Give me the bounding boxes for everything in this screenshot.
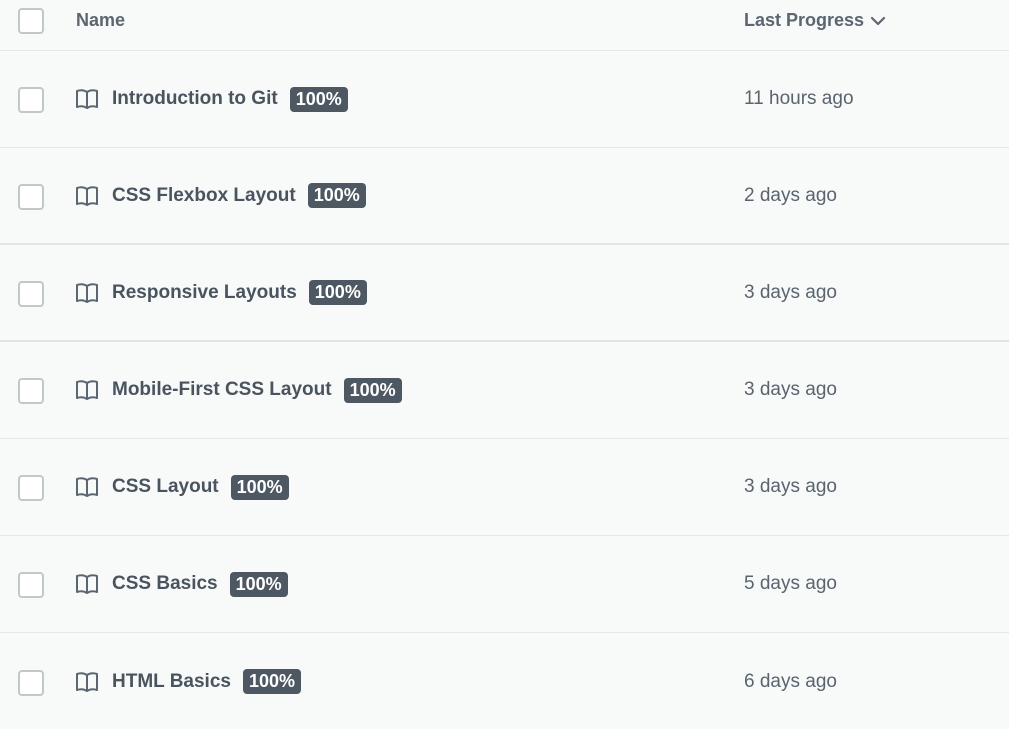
progress-badge: 100% bbox=[343, 377, 402, 403]
course-title-link[interactable]: Introduction to Git bbox=[112, 88, 278, 110]
table-header: Name Last Progress bbox=[0, 0, 1009, 51]
last-progress-date: 6 days ago bbox=[744, 670, 837, 692]
progress-badge: 100% bbox=[229, 571, 288, 597]
book-open-icon bbox=[76, 380, 98, 400]
name-column-header[interactable]: Name bbox=[76, 10, 125, 31]
book-open-icon bbox=[76, 671, 98, 692]
course-title-link[interactable]: Responsive Layouts bbox=[112, 282, 297, 304]
course-title-link[interactable]: CSS Flexbox Layout bbox=[112, 185, 296, 207]
name-cell: Responsive Layouts 100% bbox=[74, 280, 367, 306]
table-row[interactable]: CSS Flexbox Layout 100% 2 days ago bbox=[0, 148, 1009, 245]
row-checkbox[interactable] bbox=[18, 475, 44, 501]
row-checkbox[interactable] bbox=[18, 669, 44, 696]
progress-badge: 100% bbox=[230, 474, 289, 500]
row-checkbox[interactable] bbox=[18, 572, 44, 598]
last-progress-column-label: Last Progress bbox=[744, 10, 865, 30]
progress-badge: 100% bbox=[289, 86, 348, 112]
last-progress-sort-button[interactable]: Last Progress bbox=[744, 10, 886, 31]
last-progress-date: 3 days ago bbox=[744, 476, 837, 497]
table-row[interactable]: Introduction to Git 100% 11 hours ago bbox=[0, 51, 1009, 148]
book-open-icon bbox=[76, 282, 98, 303]
name-cell: Introduction to Git 100% bbox=[74, 86, 348, 112]
last-progress-date: 5 days ago bbox=[744, 573, 837, 594]
select-all-checkbox[interactable] bbox=[18, 8, 44, 34]
name-cell: Mobile-First CSS Layout 100% bbox=[74, 377, 402, 403]
table-row[interactable]: CSS Basics 100% 5 days ago bbox=[0, 536, 1009, 633]
table-row[interactable]: Mobile-First CSS Layout 100% 3 days ago bbox=[0, 342, 1009, 439]
last-progress-date: 3 days ago bbox=[744, 281, 837, 303]
progress-badge: 100% bbox=[242, 669, 302, 694]
last-progress-date: 2 days ago bbox=[744, 184, 837, 206]
progress-badge: 100% bbox=[308, 280, 367, 305]
name-cell: CSS Flexbox Layout 100% bbox=[74, 183, 366, 209]
course-title-link[interactable]: CSS Basics bbox=[112, 573, 218, 595]
last-progress-date: 3 days ago bbox=[744, 379, 837, 400]
chevron-down-icon bbox=[870, 16, 886, 25]
name-cell: HTML Basics 100% bbox=[74, 669, 302, 695]
name-cell: CSS Layout 100% bbox=[74, 474, 289, 500]
book-open-icon bbox=[76, 185, 98, 206]
row-checkbox[interactable] bbox=[18, 183, 44, 210]
course-table: Name Last Progress Introduction to Git 1… bbox=[0, 0, 1009, 729]
row-checkbox[interactable] bbox=[18, 280, 44, 307]
last-progress-date: 11 hours ago bbox=[744, 88, 854, 109]
row-checkbox[interactable] bbox=[18, 378, 44, 404]
table-row[interactable]: CSS Layout 100% 3 days ago bbox=[0, 439, 1009, 536]
book-open-icon bbox=[76, 574, 98, 594]
row-checkbox[interactable] bbox=[18, 87, 44, 113]
book-open-icon bbox=[76, 477, 98, 497]
progress-badge: 100% bbox=[307, 183, 366, 208]
book-open-icon bbox=[76, 89, 98, 109]
course-title-link[interactable]: Mobile-First CSS Layout bbox=[112, 379, 332, 401]
name-cell: CSS Basics 100% bbox=[74, 571, 288, 597]
course-title-link[interactable]: CSS Layout bbox=[112, 476, 219, 498]
course-title-link[interactable]: HTML Basics bbox=[112, 671, 231, 693]
table-row[interactable]: Responsive Layouts 100% 3 days ago bbox=[0, 245, 1009, 342]
table-row[interactable]: HTML Basics 100% 6 days ago bbox=[0, 633, 1009, 729]
